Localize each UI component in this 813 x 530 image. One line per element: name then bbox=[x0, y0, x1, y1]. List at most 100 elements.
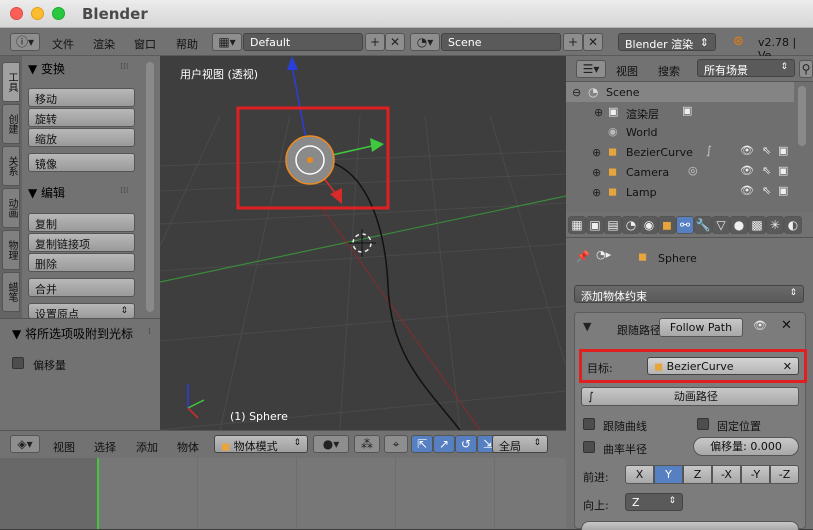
display-mode-select[interactable]: 所有场景 ⇕ bbox=[697, 59, 795, 77]
forward-axis-y[interactable]: Y bbox=[654, 465, 683, 484]
edit-section-title[interactable]: ▼ 编辑 bbox=[28, 184, 65, 201]
current-frame-indicator[interactable] bbox=[97, 458, 99, 529]
duplicate-linked-button[interactable]: 复制链接项 bbox=[28, 233, 135, 252]
modifiers-tab-icon[interactable]: 🔧 bbox=[694, 216, 712, 234]
menu-object[interactable]: 物体 bbox=[177, 439, 199, 455]
set-origin-dropdown[interactable]: 设置原点 ⇕ bbox=[28, 303, 135, 321]
menu-add[interactable]: 添加 bbox=[136, 439, 158, 455]
z-arrow-icon[interactable] bbox=[287, 56, 298, 70]
translate-manipulator-icon[interactable]: ⇱ bbox=[411, 435, 433, 453]
target-field[interactable]: ◼ BezierCurve ✕ bbox=[647, 357, 799, 375]
delete-button[interactable]: 删除 bbox=[28, 253, 135, 272]
outliner-menu-search[interactable]: 搜索 bbox=[658, 63, 680, 79]
mirror-button[interactable]: 镜像 bbox=[28, 153, 135, 172]
pivot-point-icon[interactable]: ⁂ bbox=[354, 435, 380, 453]
material-tab-icon[interactable]: ● bbox=[730, 216, 748, 234]
drag-grip-icon[interactable]: ⁞⁞⁞ bbox=[120, 62, 129, 72]
rotate-button[interactable]: 旋转 bbox=[28, 108, 135, 127]
curve-radius-checkbox[interactable] bbox=[583, 441, 595, 453]
selectability-arrow-icon[interactable]: ⇖ bbox=[762, 164, 771, 177]
forward-axis-z[interactable]: Z bbox=[683, 465, 712, 484]
selectability-arrow-icon[interactable]: ⇖ bbox=[762, 184, 771, 197]
clear-target-icon[interactable]: ✕ bbox=[783, 360, 792, 373]
outliner-scrollbar[interactable] bbox=[798, 86, 806, 146]
duplicate-button[interactable]: 复制 bbox=[28, 213, 135, 232]
transform-orientation-select[interactable]: 全局 ⇕ bbox=[492, 435, 548, 453]
tree-item-world[interactable]: World bbox=[626, 126, 658, 139]
fixed-position-checkbox[interactable] bbox=[697, 418, 709, 430]
editor-type-properties-icon[interactable]: ▦ bbox=[568, 216, 586, 234]
follow-curve-checkbox[interactable] bbox=[583, 418, 595, 430]
up-axis-select[interactable]: Z ⇕ bbox=[625, 493, 683, 511]
tree-item-scene[interactable]: Scene bbox=[606, 86, 640, 99]
viewport-shading-icon[interactable]: ●▾ bbox=[313, 435, 349, 453]
drag-grip-icon[interactable]: ⁞⁞⁞ bbox=[120, 186, 129, 196]
snap-to-cursor-title[interactable]: ▼ 将所选项吸附到光标 bbox=[12, 325, 133, 342]
remove-scene-icon[interactable]: ✕ bbox=[583, 33, 603, 51]
object-tab-icon[interactable]: ◼ bbox=[658, 216, 676, 234]
y-arrow-icon[interactable] bbox=[330, 188, 342, 204]
forward-axis-neg-x[interactable]: -X bbox=[712, 465, 741, 484]
transform-section-title[interactable]: ▼ 变换 bbox=[28, 60, 65, 77]
scene-field[interactable]: Scene bbox=[441, 33, 561, 51]
drag-grip-icon[interactable]: ⁞ bbox=[148, 327, 151, 337]
screen-layout-icon[interactable]: ▦▾ bbox=[212, 33, 242, 51]
timeline-area[interactable] bbox=[0, 458, 566, 529]
scale-button[interactable]: 缩放 bbox=[28, 128, 135, 147]
forward-axis-x[interactable]: X bbox=[625, 465, 654, 484]
expand-icon[interactable]: ⊕ bbox=[594, 106, 603, 119]
animate-path-button[interactable]: ∫ 动画路径 bbox=[581, 387, 799, 406]
translate-arrow-icon[interactable]: ↗ bbox=[433, 435, 455, 453]
editor-type-info-icon[interactable]: ⓘ▾ bbox=[10, 33, 40, 51]
tree-item-camera[interactable]: Camera bbox=[626, 166, 669, 179]
manipulator-toggle-icon[interactable]: ⌖ bbox=[384, 435, 408, 453]
forward-axis-neg-z[interactable]: -Z bbox=[770, 465, 799, 484]
join-button[interactable]: 合并 bbox=[28, 278, 135, 297]
tree-item-render-layers[interactable]: 渲染层 bbox=[626, 106, 659, 122]
pin-icon[interactable]: 📌 bbox=[576, 250, 590, 263]
bezier-curve-path[interactable] bbox=[309, 159, 461, 430]
menu-select[interactable]: 选择 bbox=[94, 439, 116, 455]
collapse-icon[interactable]: ⊖ bbox=[572, 86, 581, 99]
tool-shelf-scrollbar[interactable] bbox=[146, 62, 154, 312]
menu-window[interactable]: 窗口 bbox=[134, 36, 156, 52]
add-layout-icon[interactable]: + bbox=[365, 33, 385, 51]
remove-constraint-icon[interactable]: ✕ bbox=[781, 318, 792, 333]
forward-axis-neg-y[interactable]: -Y bbox=[741, 465, 770, 484]
renderability-camera-icon[interactable]: ▣ bbox=[778, 144, 788, 157]
visibility-eye-icon[interactable]: 👁 bbox=[740, 144, 754, 157]
texture-tab-icon[interactable]: ▩ bbox=[748, 216, 766, 234]
menu-render[interactable]: 渲染 bbox=[93, 36, 115, 52]
visibility-eye-icon[interactable]: 👁 bbox=[740, 164, 754, 177]
layout-field[interactable]: Default bbox=[243, 33, 363, 51]
renderability-camera-icon[interactable]: ▣ bbox=[778, 184, 788, 197]
move-button[interactable]: 移动 bbox=[28, 88, 135, 107]
visibility-eye-icon[interactable]: 👁 bbox=[753, 319, 767, 332]
render-layers-tab-icon[interactable]: ▤ bbox=[604, 216, 622, 234]
outliner-menu-view[interactable]: 视图 bbox=[616, 63, 638, 79]
render-tab-icon[interactable]: ▣ bbox=[586, 216, 604, 234]
render-engine-select[interactable]: Blender 渲染 ⇕ bbox=[618, 33, 716, 51]
maximize-window-button[interactable] bbox=[52, 7, 65, 20]
menu-file[interactable]: 文件 bbox=[52, 36, 74, 52]
editor-type-3dview-icon[interactable]: ◈▾ bbox=[10, 435, 40, 453]
selectability-arrow-icon[interactable]: ⇖ bbox=[762, 144, 771, 157]
add-scene-icon[interactable]: + bbox=[563, 33, 583, 51]
physics-tab-icon[interactable]: ◐ bbox=[784, 216, 802, 234]
particles-tab-icon[interactable]: ✳ bbox=[766, 216, 784, 234]
scene-icon[interactable]: ◔▾ bbox=[410, 33, 440, 51]
expand-icon[interactable]: ⊕ bbox=[592, 166, 601, 179]
data-tab-icon[interactable]: ▽ bbox=[712, 216, 730, 234]
close-window-button[interactable] bbox=[10, 7, 23, 20]
search-icon[interactable]: ⚲ bbox=[799, 60, 813, 78]
expand-icon[interactable]: ⊕ bbox=[592, 186, 601, 199]
visibility-eye-icon[interactable]: 👁 bbox=[740, 184, 754, 197]
world-tab-icon[interactable]: ◉ bbox=[640, 216, 658, 234]
mode-select[interactable]: ◼ 物体模式 ⇕ bbox=[214, 435, 308, 453]
menu-help[interactable]: 帮助 bbox=[176, 36, 198, 52]
3d-viewport[interactable]: 用户视图 (透视) (1) Sphere bbox=[160, 56, 566, 430]
scene-tab-icon[interactable]: ◔ bbox=[622, 216, 640, 234]
collapse-triangle-icon[interactable]: ▼ bbox=[583, 320, 591, 333]
rotate-manipulator-icon[interactable]: ↺ bbox=[455, 435, 477, 453]
expand-icon[interactable]: ⊕ bbox=[592, 146, 601, 159]
